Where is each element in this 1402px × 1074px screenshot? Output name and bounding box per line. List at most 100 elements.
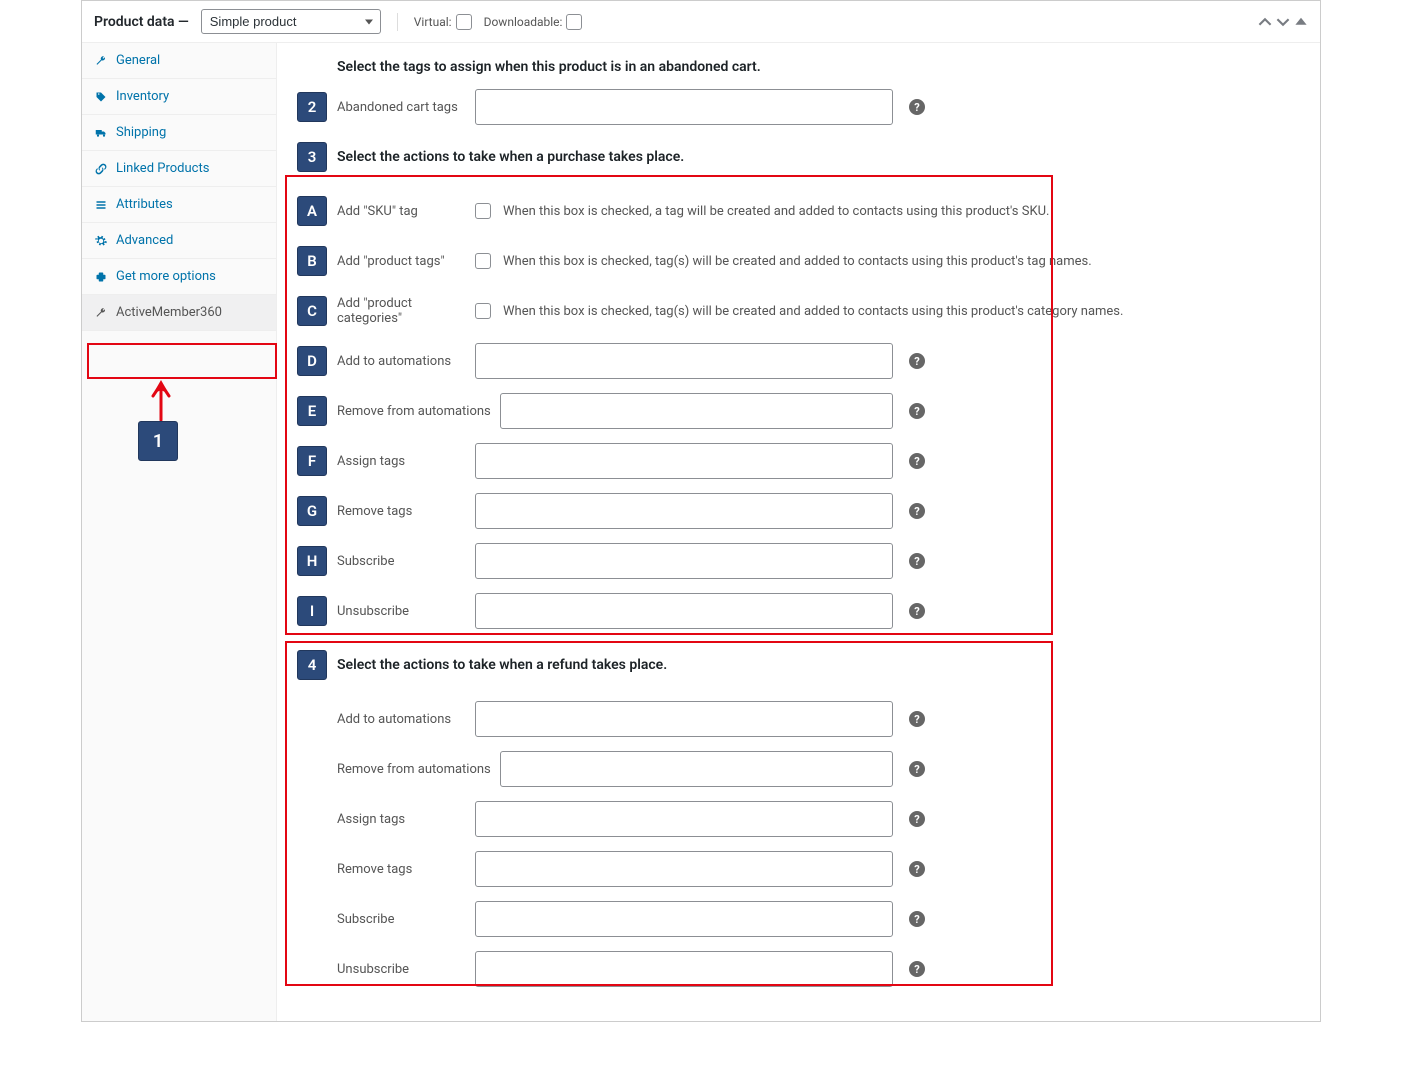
truck-icon — [94, 126, 108, 140]
annotation-badge-B: B — [297, 246, 327, 276]
tab-label: Advanced — [116, 233, 173, 248]
abandoned-tags-label: Abandoned cart tags — [337, 100, 467, 115]
tab-label: Get more options — [116, 269, 216, 284]
toggle-panel-icon[interactable] — [1294, 15, 1308, 29]
help-icon[interactable]: ? — [909, 503, 925, 519]
help-icon[interactable]: ? — [909, 353, 925, 369]
help-icon[interactable]: ? — [909, 961, 925, 977]
add-cats-desc: When this box is checked, tag(s) will be… — [503, 304, 1123, 319]
add-sku-desc: When this box is checked, a tag will be … — [503, 204, 1049, 219]
wrench-icon — [94, 306, 108, 320]
refund-remove-tags-label: Remove tags — [337, 862, 467, 877]
annotation-badge-H: H — [297, 546, 327, 576]
help-icon[interactable]: ? — [909, 403, 925, 419]
abandoned-tags-input[interactable] — [475, 89, 893, 125]
help-icon[interactable]: ? — [909, 811, 925, 827]
tab-label: Shipping — [116, 125, 166, 140]
tab-content: Select the tags to assign when this prod… — [277, 43, 1320, 1021]
panel-body: General Inventory Shipping Linked Produc… — [82, 43, 1320, 1021]
gear-icon — [94, 234, 108, 248]
list-icon — [94, 198, 108, 212]
help-icon[interactable]: ? — [909, 99, 925, 115]
add-prodtags-label: Add "product tags" — [337, 254, 467, 269]
link-icon — [94, 162, 108, 176]
virtual-checkbox[interactable] — [456, 14, 472, 30]
refund-remove-tags-input[interactable] — [475, 851, 893, 887]
annotation-badge-G: G — [297, 496, 327, 526]
abandoned-section-heading: Select the tags to assign when this prod… — [297, 59, 1300, 75]
annotation-badge-A: A — [297, 196, 327, 226]
purchase-section-heading: Select the actions to take when a purcha… — [337, 149, 684, 165]
refund-add-autom-input[interactable] — [475, 701, 893, 737]
add-cats-checkbox[interactable] — [475, 303, 491, 319]
tab-inventory[interactable]: Inventory — [82, 79, 276, 115]
tab-advanced[interactable]: Advanced — [82, 223, 276, 259]
tab-label: Linked Products — [116, 161, 209, 176]
annotation-badge-F: F — [297, 446, 327, 476]
annotation-badge-D: D — [297, 346, 327, 376]
add-sku-checkbox[interactable] — [475, 203, 491, 219]
help-icon[interactable]: ? — [909, 861, 925, 877]
help-icon[interactable]: ? — [909, 453, 925, 469]
panel-title: Product data — — [94, 14, 189, 30]
separator — [397, 13, 398, 31]
purchase-add-autom-input[interactable] — [475, 343, 893, 379]
tag-icon — [94, 90, 108, 104]
refund-unsubscribe-label: Unsubscribe — [337, 962, 467, 977]
purchase-remove-autom-label: Remove from automations — [337, 404, 492, 419]
add-cats-label: Add "product categories" — [337, 296, 467, 326]
refund-section-heading: Select the actions to take when a refund… — [337, 657, 667, 673]
purchase-subscribe-label: Subscribe — [337, 554, 467, 569]
add-prodtags-desc: When this box is checked, tag(s) will be… — [503, 254, 1092, 269]
refund-assign-tags-label: Assign tags — [337, 812, 467, 827]
annotation-badge-E: E — [297, 396, 327, 426]
annotation-badge-2: 2 — [297, 92, 327, 122]
tab-shipping[interactable]: Shipping — [82, 115, 276, 151]
tab-activemember360[interactable]: ActiveMember360 — [82, 295, 276, 331]
panel-header: Product data — Simple product Virtual: D… — [82, 1, 1320, 43]
tab-linked-products[interactable]: Linked Products — [82, 151, 276, 187]
tab-general[interactable]: General — [82, 43, 276, 79]
annotation-badge-C: C — [297, 296, 327, 326]
sidebar-tabs: General Inventory Shipping Linked Produc… — [82, 43, 277, 1021]
product-type-select[interactable]: Simple product — [201, 9, 381, 34]
help-icon[interactable]: ? — [909, 911, 925, 927]
purchase-assign-tags-input[interactable] — [475, 443, 893, 479]
help-icon[interactable]: ? — [909, 761, 925, 777]
tab-label: Attributes — [116, 197, 173, 212]
refund-add-autom-label: Add to automations — [337, 712, 467, 727]
purchase-remove-tags-input[interactable] — [475, 493, 893, 529]
help-icon[interactable]: ? — [909, 711, 925, 727]
wrench-icon — [94, 54, 108, 68]
refund-remove-autom-input[interactable] — [500, 751, 893, 787]
tab-label: General — [116, 53, 160, 68]
downloadable-checkbox[interactable] — [566, 14, 582, 30]
tab-label: ActiveMember360 — [116, 305, 222, 320]
add-prodtags-checkbox[interactable] — [475, 253, 491, 269]
purchase-unsubscribe-label: Unsubscribe — [337, 604, 467, 619]
purchase-add-autom-label: Add to automations — [337, 354, 467, 369]
purchase-remove-autom-input[interactable] — [500, 393, 893, 429]
refund-subscribe-input[interactable] — [475, 901, 893, 937]
tab-get-more-options[interactable]: Get more options — [82, 259, 276, 295]
help-icon[interactable]: ? — [909, 603, 925, 619]
help-icon[interactable]: ? — [909, 553, 925, 569]
refund-remove-autom-label: Remove from automations — [337, 762, 492, 777]
annotation-badge-3: 3 — [297, 142, 327, 172]
refund-unsubscribe-input[interactable] — [475, 951, 893, 987]
tab-label: Inventory — [116, 89, 169, 104]
product-data-panel: Product data — Simple product Virtual: D… — [81, 0, 1321, 1022]
tab-attributes[interactable]: Attributes — [82, 187, 276, 223]
refund-assign-tags-input[interactable] — [475, 801, 893, 837]
annotation-badge-I: I — [297, 596, 327, 626]
annotation-badge-4: 4 — [297, 650, 327, 680]
purchase-subscribe-input[interactable] — [475, 543, 893, 579]
purchase-assign-tags-label: Assign tags — [337, 454, 467, 469]
purchase-remove-tags-label: Remove tags — [337, 504, 467, 519]
add-sku-label: Add "SKU" tag — [337, 204, 467, 219]
purchase-unsubscribe-input[interactable] — [475, 593, 893, 629]
virtual-label: Virtual: — [414, 15, 452, 29]
move-up-icon[interactable] — [1258, 15, 1272, 29]
downloadable-label: Downloadable: — [484, 15, 563, 29]
move-down-icon[interactable] — [1276, 15, 1290, 29]
